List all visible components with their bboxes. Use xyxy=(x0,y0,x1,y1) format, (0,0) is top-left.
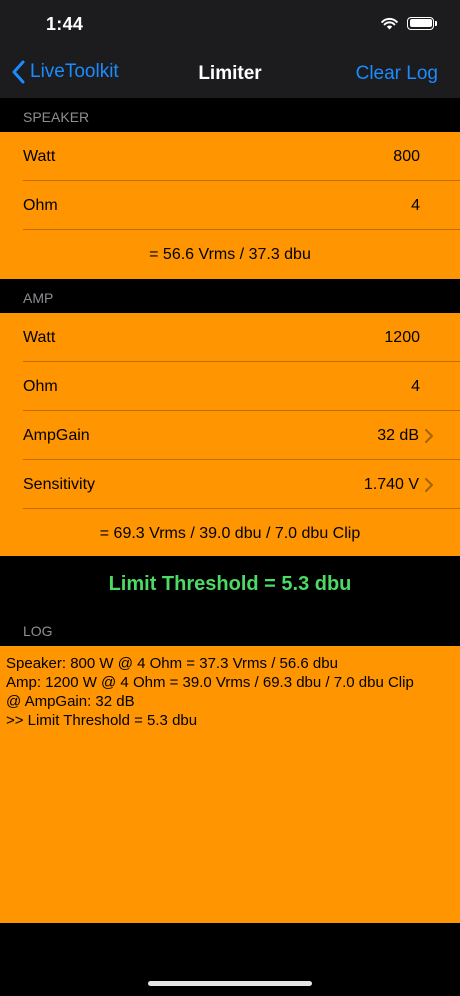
row-label: AmpGain xyxy=(23,426,90,444)
navigation-bar: LiveToolkit Limiter Clear Log xyxy=(0,50,460,98)
row-value: 4 xyxy=(411,377,420,395)
amp-result-row: = 69.3 Vrms / 39.0 dbu / 7.0 dbu Clip xyxy=(0,509,460,558)
row-label: Ohm xyxy=(23,377,58,395)
section-header-log: LOG xyxy=(0,612,460,646)
amp-group: Watt 1200 Ohm 4 AmpGain 32 dB Sensitivit… xyxy=(0,313,460,558)
log-text-view[interactable]: Speaker: 800 W @ 4 Ohm = 37.3 Vrms / 56.… xyxy=(0,646,460,923)
row-label: Watt xyxy=(23,147,56,165)
status-bar: 1:44 xyxy=(0,0,460,50)
speaker-ohm-row[interactable]: Ohm 4 xyxy=(0,181,460,230)
limit-threshold: Limit Threshold = 5.3 dbu xyxy=(0,556,460,612)
status-time: 1:44 xyxy=(46,14,84,34)
amp-watt-row[interactable]: Watt 1200 xyxy=(0,313,460,362)
wifi-icon xyxy=(381,17,398,30)
amp-gain-row[interactable]: AmpGain 32 dB xyxy=(0,411,460,460)
row-label: Watt xyxy=(23,328,56,346)
speaker-result-row: = 56.6 Vrms / 37.3 dbu xyxy=(0,230,460,279)
row-label: Ohm xyxy=(23,196,58,214)
row-value: 800 xyxy=(393,147,420,165)
section-header-label: AMP xyxy=(23,290,54,306)
section-header-speaker: SPEAKER xyxy=(0,98,460,132)
row-value: 4 xyxy=(411,196,420,214)
chevron-right-icon xyxy=(425,428,433,443)
amp-result: = 69.3 Vrms / 39.0 dbu / 7.0 dbu Clip xyxy=(99,524,361,542)
row-label: Sensitivity xyxy=(23,475,96,493)
amp-ohm-row[interactable]: Ohm 4 xyxy=(0,362,460,411)
section-header-label: SPEAKER xyxy=(23,109,90,125)
clear-log-button[interactable]: Clear Log xyxy=(356,63,438,85)
speaker-result: = 56.6 Vrms / 37.3 dbu xyxy=(149,245,311,263)
section-header-label: LOG xyxy=(23,623,53,639)
row-value: 32 dB xyxy=(377,426,419,444)
speaker-watt-row[interactable]: Watt 800 xyxy=(0,132,460,181)
amp-sensitivity-row[interactable]: Sensitivity 1.740 V xyxy=(0,460,460,509)
section-header-amp: AMP xyxy=(0,279,460,313)
status-icons xyxy=(380,16,437,30)
chevron-right-icon xyxy=(425,477,433,492)
row-value: 1200 xyxy=(384,328,420,346)
home-indicator[interactable] xyxy=(148,981,312,986)
battery-icon xyxy=(407,16,437,30)
row-value: 1.740 V xyxy=(363,475,419,493)
speaker-group: Watt 800 Ohm 4 = 56.6 Vrms / 37.3 dbu xyxy=(0,132,460,279)
